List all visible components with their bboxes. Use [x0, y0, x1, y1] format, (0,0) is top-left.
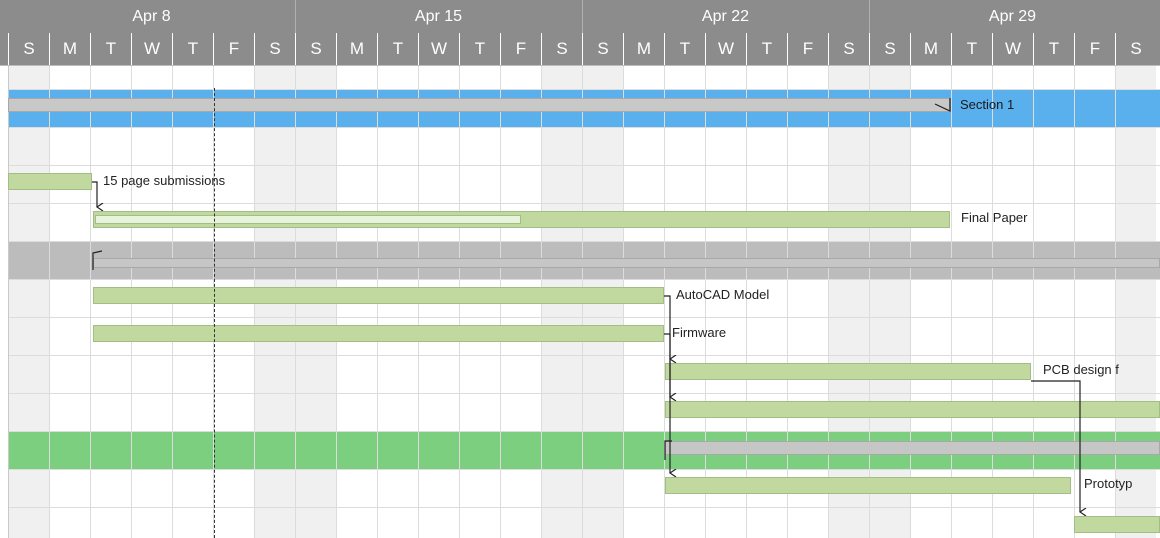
link-arrow — [92, 181, 97, 207]
link-arrow — [664, 295, 670, 359]
dependency-links — [92, 98, 1160, 538]
group-start-notch — [92, 250, 103, 270]
section-end-notch — [934, 98, 951, 112]
link-arrow — [1031, 380, 1080, 512]
link-arrow — [664, 333, 670, 397]
subgroup-start-notch — [664, 440, 672, 460]
gantt-chart: Apr 8 Apr 15 Apr 22 Apr 29 SMTWTFSSMTWTF… — [0, 0, 1160, 538]
